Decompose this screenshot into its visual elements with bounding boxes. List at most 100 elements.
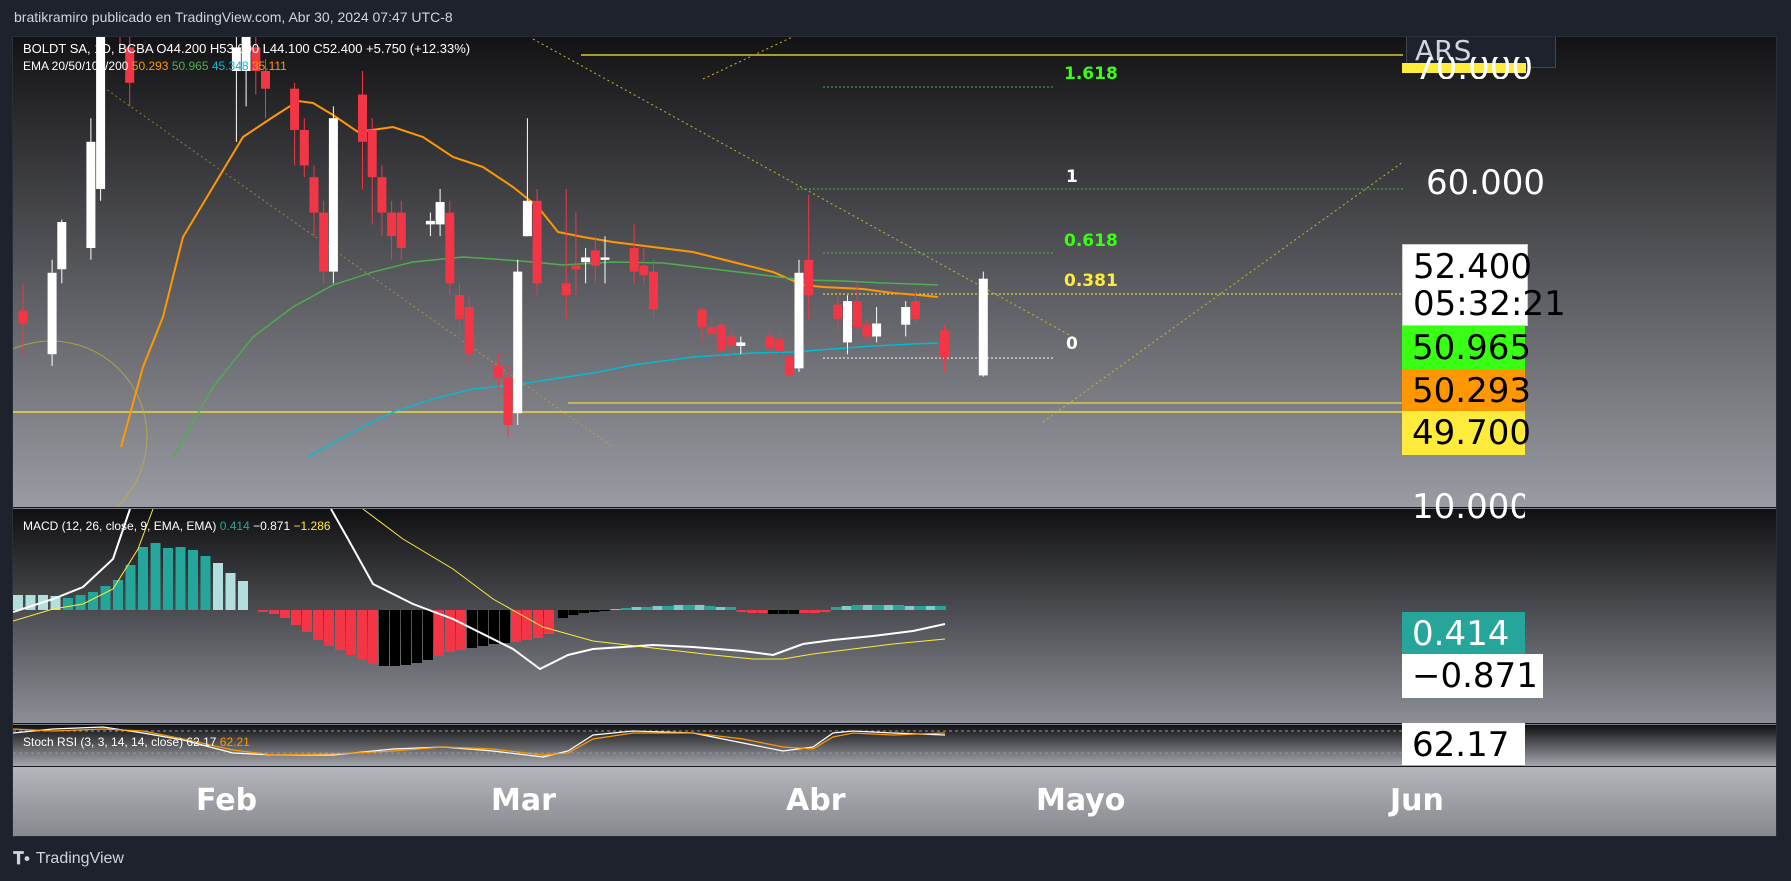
candle-body: [47, 272, 57, 355]
candle-body: [590, 250, 600, 266]
macd-histogram-bar: [401, 610, 411, 665]
candle-body: [804, 259, 814, 296]
macd-histogram-bar: [150, 543, 161, 610]
candle-body: [299, 130, 309, 166]
macd-histogram-bar: [368, 610, 378, 664]
macd-histogram-bar: [138, 547, 148, 610]
month-mayo: Mayo: [1036, 783, 1126, 818]
candle-body: [319, 212, 329, 272]
last-price-value: 52.400: [1413, 247, 1532, 287]
macd-pane[interactable]: MACD (12, 26, close, 9, EMA, EMA) 0.414 …: [13, 487, 1776, 723]
candle-body: [716, 324, 726, 351]
ema50-price-tag: 50.965: [1402, 326, 1531, 370]
macd-axis-label: 10.000: [1412, 487, 1525, 519]
ema20-line: [120, 99, 939, 448]
candle-body: [57, 222, 67, 270]
chart-frame[interactable]: BOLDT SA, 1D, BCBA O44.200 H53.000 L44.1…: [12, 36, 1777, 837]
fib-0618-label: 0.618: [1064, 231, 1118, 251]
macd-hist-value: 0.414: [219, 519, 250, 533]
macd-histogram-bar: [873, 605, 883, 610]
candle-body: [522, 200, 532, 237]
macd-histogram-bar: [673, 605, 684, 610]
macd-histogram-bar: [820, 610, 831, 612]
ema100-line: [307, 342, 939, 458]
macd-histogram-bar: [412, 610, 422, 663]
axis-70-label: 70.000: [1414, 57, 1533, 79]
candle-body: [910, 301, 920, 319]
macd-histogram-bar: [225, 573, 236, 610]
candle-body: [513, 271, 523, 414]
macd-histogram-bar: [705, 606, 715, 610]
macd-histogram-bar: [434, 610, 444, 656]
ema100-value: 45.348: [211, 59, 249, 73]
macd-histogram-bar: [125, 565, 136, 610]
footer[interactable]: 𝐓• TradingView: [13, 849, 124, 869]
macd-histogram-bar: [568, 610, 579, 615]
month-jun: Jun: [1390, 783, 1444, 818]
macd-histogram-bar: [188, 550, 198, 610]
candle-body: [639, 265, 649, 276]
fib-0-label: 0: [1066, 334, 1078, 354]
candle-body: [901, 307, 911, 325]
macd-histogram-bar: [390, 610, 400, 666]
symbol-legend: BOLDT SA, 1D, BCBA O44.200 H53.000 L44.1…: [23, 41, 471, 56]
month-mar: Mar: [491, 783, 556, 818]
candle-body: [377, 177, 387, 213]
macd-histogram-bar: [736, 610, 747, 612]
axis-60-label: 60.000: [1426, 163, 1545, 203]
macd-histogram-bar: [13, 595, 23, 610]
candle-body: [328, 118, 338, 272]
candle-body: [784, 356, 794, 376]
candle-body: [367, 130, 377, 178]
macd-histogram-bar: [511, 610, 521, 642]
price-pane[interactable]: BOLDT SA, 1D, BCBA O44.200 H53.000 L44.1…: [13, 37, 1776, 507]
stoch-rsi-label: Stoch RSI (3, 3, 14, 14, close): [23, 735, 184, 749]
macd-histogram-bar: [213, 563, 223, 610]
candle-body: [794, 272, 804, 369]
macd-histogram-bar: [579, 610, 589, 613]
candle-body: [736, 342, 746, 346]
time-axis[interactable]: Feb Mar Abr Mayo Jun: [13, 767, 1776, 836]
footer-brand: TradingView: [35, 850, 124, 867]
macd-histogram-bar: [63, 598, 73, 610]
macd-histogram-bar: [652, 606, 663, 610]
candle-body: [261, 71, 270, 89]
macd-histogram-bar: [600, 610, 610, 611]
macd-histogram-bar: [642, 607, 652, 610]
macd-histogram-bar: [302, 610, 312, 632]
fib-1-label: 1: [1066, 167, 1078, 187]
ema-legend: EMA 20/50/100/200 50.293 50.965 45.348 3…: [23, 59, 287, 73]
macd-legend-label: MACD (12, 26, close, 9, EMA, EMA): [23, 519, 217, 533]
candle-body: [707, 327, 717, 335]
macd-histogram-bar: [936, 606, 946, 610]
stoch-rsi-tag: 62.17: [1402, 723, 1525, 765]
macd-histogram-bar: [558, 610, 568, 618]
ema-lines: [120, 99, 939, 458]
macd-histogram-bar: [478, 610, 488, 646]
macd-histogram-bar: [862, 605, 873, 610]
macd-histogram-bar: [379, 610, 389, 666]
candle-body: [86, 141, 96, 248]
candle-body: [425, 220, 435, 225]
ema-legend-label: EMA 20/50/100/200: [23, 59, 129, 73]
month-feb: Feb: [196, 783, 258, 818]
macd-legend: MACD (12, 26, close, 9, EMA, EMA) 0.414 …: [23, 519, 331, 533]
stoch-rsi-pane[interactable]: Stoch RSI (3, 3, 14, 14, close) 62.17 62…: [13, 723, 1776, 766]
macd-histogram-bar: [175, 547, 186, 610]
macd-histogram-bar: [200, 556, 211, 610]
candle-body: [872, 323, 882, 337]
macd-signal-value: −1.286: [293, 519, 331, 533]
candle-body: [649, 271, 658, 310]
macd-histogram-bar: [269, 610, 279, 614]
macd-histogram-bar: [113, 580, 123, 610]
candle-body: [978, 278, 988, 376]
macd-histogram-bar: [544, 610, 554, 634]
macd-value: −0.871: [253, 519, 291, 533]
macd-histogram-bar: [75, 595, 86, 610]
price-axis[interactable]: ARS 70.000 60.000 52.400 05:32:21 50.965…: [1402, 37, 1776, 507]
stoch-rsi-legend: Stoch RSI (3, 3, 14, 14, close) 62.17 62…: [23, 735, 250, 749]
macd-histogram-bar: [631, 607, 642, 610]
macd-histogram-bar: [522, 610, 532, 640]
macd-histogram-bar: [726, 607, 736, 610]
tradingview-logo-icon: 𝐓•: [13, 849, 30, 868]
